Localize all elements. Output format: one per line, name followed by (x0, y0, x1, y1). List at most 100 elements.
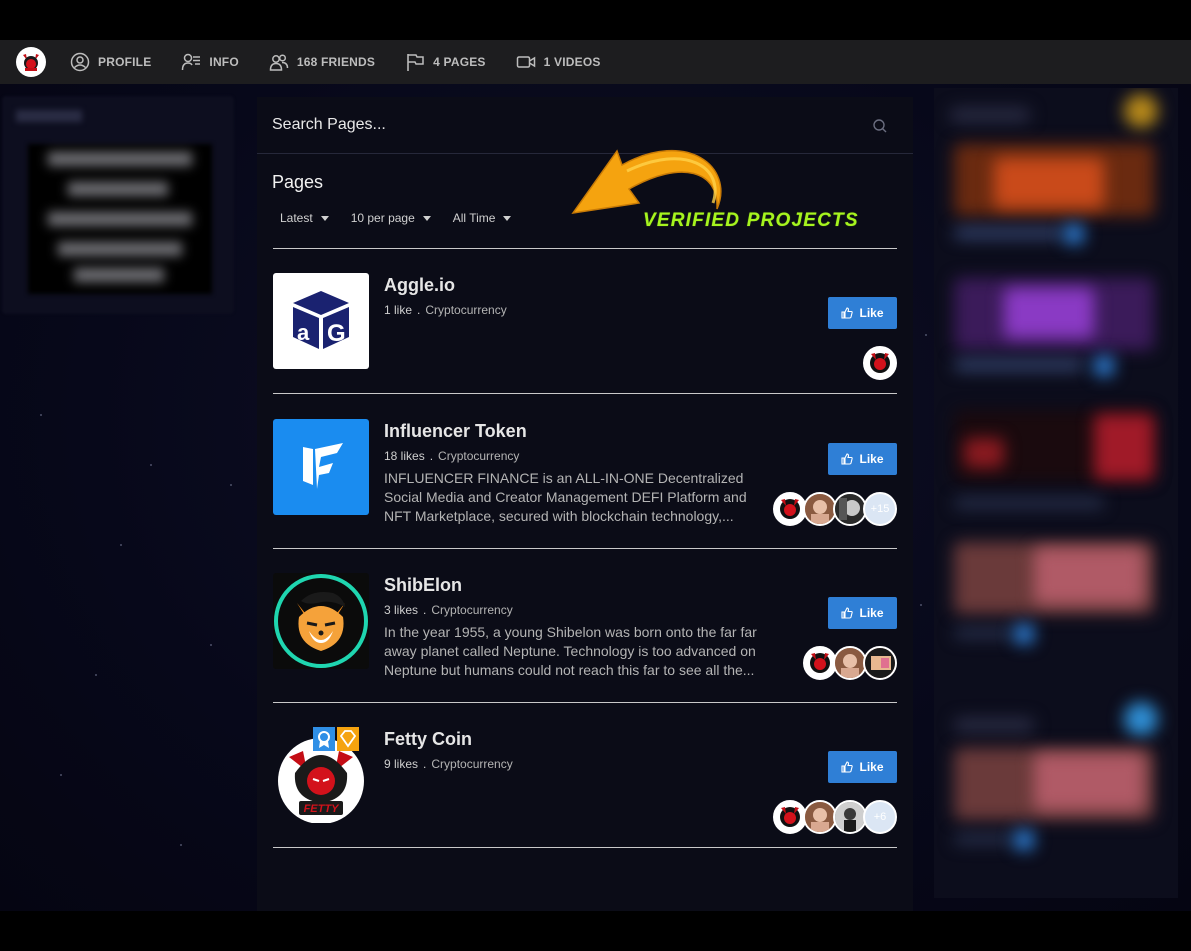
like-button[interactable]: Like (828, 443, 897, 475)
user-avatar[interactable] (16, 47, 46, 77)
page-category[interactable]: Cryptocurrency (438, 449, 519, 463)
avatar[interactable] (773, 800, 807, 834)
avatar[interactable] (863, 346, 897, 380)
page-name[interactable]: Influencer Token (384, 421, 527, 442)
page-thumbnail[interactable]: FETTY (273, 727, 369, 823)
page-item: a G Aggle.io 1 like. Cryptocurrency Like (273, 273, 897, 403)
nav-friends-label: 168 FRIENDS (296, 55, 376, 69)
page-item: Influencer Token 18 likes. Cryptocurrency… (273, 419, 897, 549)
like-label: Like (859, 760, 884, 774)
time-dropdown[interactable]: All Time (453, 211, 512, 225)
avatar[interactable] (833, 646, 867, 680)
page-category[interactable]: Cryptocurrency (425, 303, 506, 317)
nav-profile[interactable]: PROFILE (70, 52, 151, 72)
bottom-black-bar (0, 911, 1191, 951)
svg-text:G: G (327, 320, 346, 347)
page-name[interactable]: ShibElon (384, 575, 462, 596)
influencer-logo-icon (303, 443, 343, 489)
divider (273, 248, 897, 249)
sort-dropdown[interactable]: Latest (280, 211, 329, 225)
nav-pages-label: 4 PAGES (433, 55, 486, 69)
likes-count: 1 like (384, 303, 413, 317)
top-black-bar (0, 0, 1191, 40)
like-label: Like (859, 452, 884, 466)
filter-bar: Latest 10 per page All Time (280, 211, 533, 225)
nav-videos-label: 1 VIDEOS (543, 55, 601, 69)
per-page-label: 10 per page (350, 211, 415, 225)
verified-projects-annotation: VERIFIED PROJECTS (643, 210, 859, 231)
like-label: Like (859, 606, 884, 620)
curved-arrow-icon (571, 149, 722, 215)
avatar[interactable] (773, 492, 807, 526)
svg-text:FETTY: FETTY (304, 803, 340, 815)
video-camera-icon (516, 56, 535, 68)
divider (273, 702, 897, 703)
avatar[interactable] (803, 800, 837, 834)
divider (273, 393, 897, 394)
nav-info[interactable]: INFO (181, 52, 239, 72)
likes-count: 3 likes (384, 603, 419, 617)
page-item: ShibElon 3 likes. Cryptocurrency In the y… (273, 573, 897, 703)
shibelon-logo-icon (274, 574, 368, 668)
avatar[interactable] (803, 492, 837, 526)
sort-label: Latest (280, 211, 313, 225)
page-meta: 9 likes. Cryptocurrency (384, 757, 513, 771)
search-icon[interactable] (872, 118, 888, 134)
nav-info-label: INFO (209, 55, 239, 69)
more-likers-badge[interactable]: +15 (863, 492, 897, 526)
aggle-logo-icon: a G (293, 291, 349, 349)
right-blurred-sidebar (934, 88, 1178, 898)
likers-avatars: +6 (773, 800, 897, 834)
devil-avatar-icon (18, 49, 44, 75)
page-name[interactable]: Fetty Coin (384, 729, 472, 750)
profile-navbar: PROFILE INFO 168 FRIENDS 4 PAGES 1 VIDEO… (0, 40, 1191, 84)
user-circle-icon (70, 52, 90, 72)
per-page-dropdown[interactable]: 10 per page (351, 211, 431, 225)
like-label: Like (859, 306, 884, 320)
thumbs-up-icon (841, 453, 854, 465)
avatar[interactable] (803, 646, 837, 680)
likers-avatars (863, 346, 897, 380)
page-thumbnail[interactable] (273, 419, 369, 515)
page-meta: 3 likes. Cryptocurrency (384, 603, 513, 617)
likes-count: 9 likes (384, 757, 419, 771)
nav-friends[interactable]: 168 FRIENDS (269, 52, 375, 72)
page-meta: 18 likes. Cryptocurrency (384, 449, 520, 463)
caret-down-icon (320, 215, 329, 221)
likers-avatars (803, 646, 897, 680)
time-label: All Time (452, 211, 496, 225)
thumbs-up-icon (841, 307, 854, 319)
page-item: FETTY Fetty Coin 9 likes. Cryptocurrency … (273, 727, 897, 857)
page-thumbnail[interactable]: a G (273, 273, 369, 369)
pages-panel: Pages Latest 10 per page All Time VERIFI… (257, 97, 913, 911)
thumbs-up-icon (841, 607, 854, 619)
section-title: Pages (272, 172, 324, 192)
page-thumbnail[interactable] (273, 573, 369, 669)
page-description: INFLUENCER FINANCE is an ALL-IN-ONE Dece… (384, 470, 747, 524)
svg-text:a: a (297, 320, 310, 345)
nav-profile-label: PROFILE (98, 55, 152, 69)
left-blurred-widget (2, 96, 234, 314)
likers-avatars: +15 (773, 492, 897, 526)
page-description: In the year 1955, a young Shibelon was b… (384, 624, 757, 678)
page-category[interactable]: Cryptocurrency (431, 603, 512, 617)
page-name[interactable]: Aggle.io (384, 275, 455, 296)
page-meta: 1 like. Cryptocurrency (384, 303, 507, 317)
avatar[interactable] (833, 800, 867, 834)
like-button[interactable]: Like (828, 297, 897, 329)
avatar[interactable] (833, 492, 867, 526)
page-category[interactable]: Cryptocurrency (431, 757, 512, 771)
thumbs-up-icon (841, 761, 854, 773)
like-button[interactable]: Like (828, 597, 897, 629)
fetty-logo-icon: FETTY (278, 727, 364, 823)
more-likers-badge[interactable]: +6 (863, 800, 897, 834)
nav-videos[interactable]: 1 VIDEOS (516, 52, 601, 72)
avatar[interactable] (863, 646, 897, 680)
nav-pages[interactable]: 4 PAGES (405, 52, 486, 72)
like-button[interactable]: Like (828, 751, 897, 783)
search-pages-input[interactable] (272, 116, 832, 134)
user-info-icon (182, 53, 201, 71)
caret-down-icon (422, 215, 431, 221)
likes-count: 18 likes (384, 449, 425, 463)
flag-icon (407, 54, 424, 71)
